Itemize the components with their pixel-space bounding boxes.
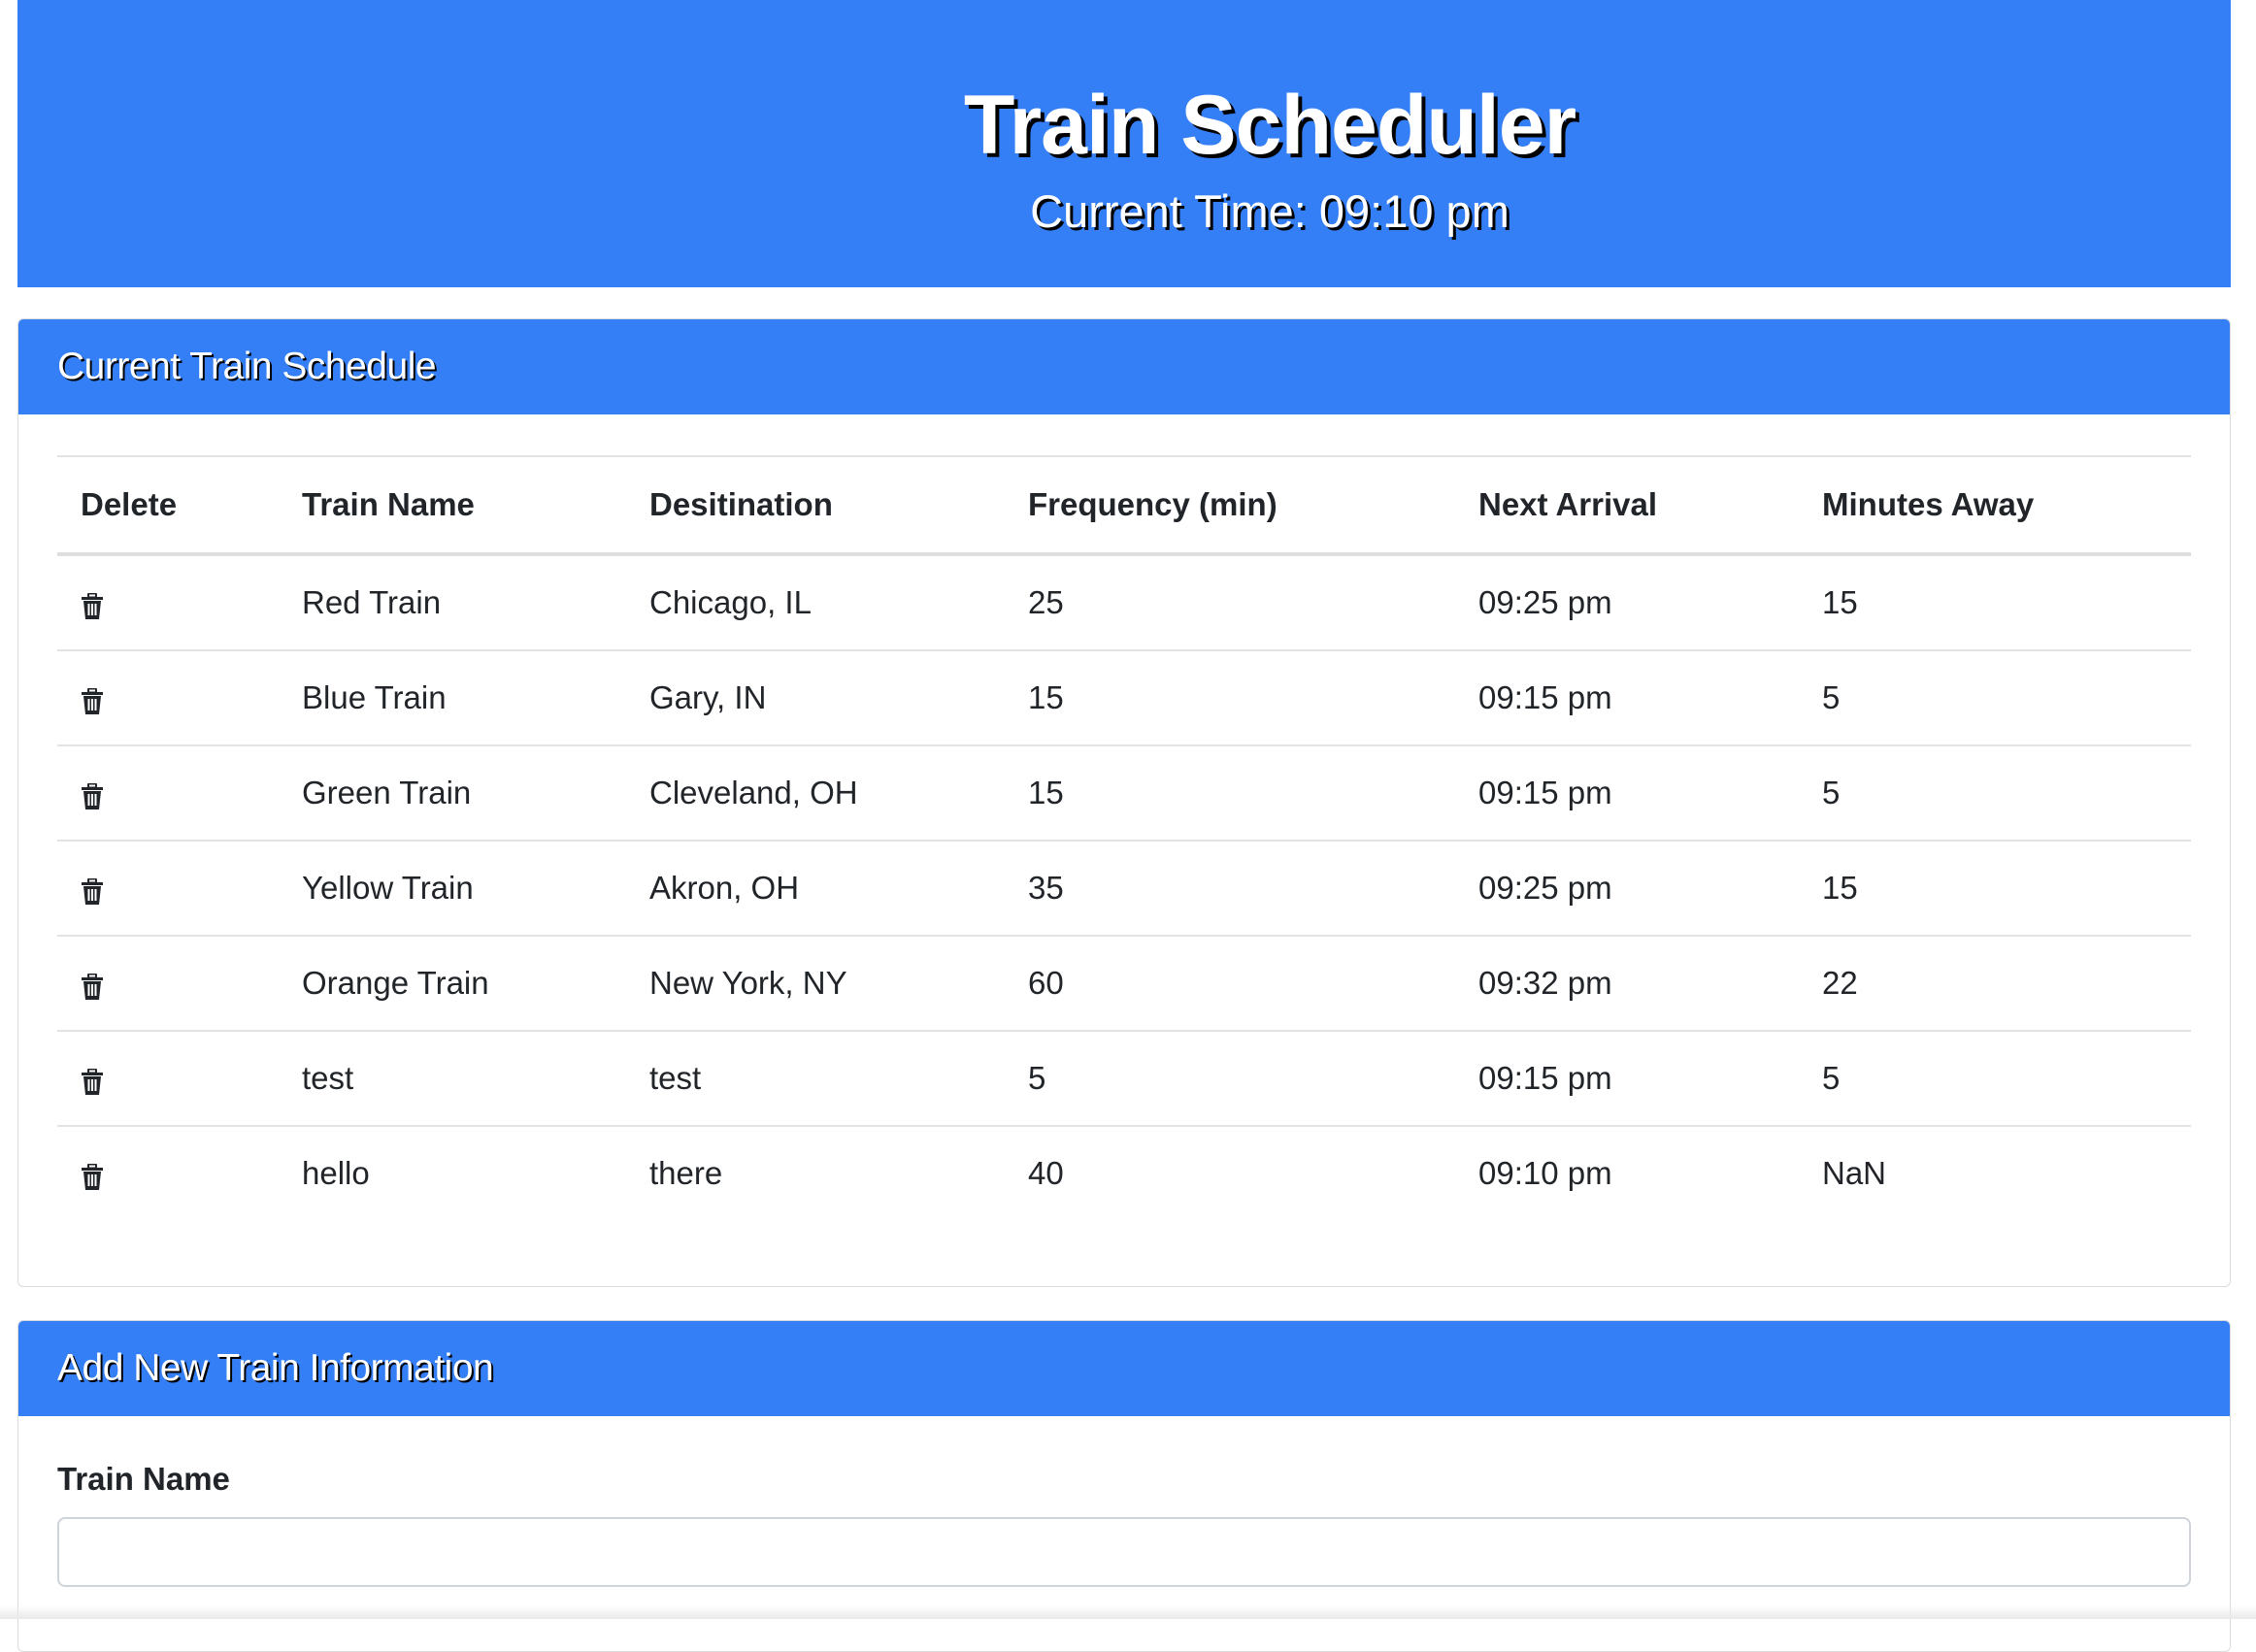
table-row: hello there 40 09:10 pm NaN (57, 1126, 2191, 1220)
trash-icon[interactable] (81, 972, 104, 1001)
train-name-cell: Orange Train (279, 936, 626, 1032)
delete-cell (57, 841, 279, 937)
next-arrival-cell: 09:25 pm (1455, 841, 1799, 937)
train-name-input[interactable] (57, 1517, 2191, 1587)
trash-icon[interactable] (81, 686, 104, 715)
schedule-card: Current Train Schedule Delete Train Name… (17, 318, 2231, 1287)
column-header-minutes-away: Minutes Away (1799, 455, 2191, 556)
next-arrival-cell: 09:10 pm (1478, 1155, 1612, 1191)
frequency-cell: 15 (1005, 745, 1455, 842)
delete-cell (57, 650, 279, 746)
frequency-cell: 40 (1028, 1155, 1064, 1191)
column-header-frequency: Frequency (min) (1005, 455, 1455, 556)
trash-icon[interactable] (81, 781, 104, 810)
column-header-next-arrival: Next Arrival (1455, 455, 1799, 556)
destination-cell: New York, NY (626, 936, 1005, 1032)
trash-icon[interactable] (81, 1067, 104, 1096)
destination-cell: there (649, 1155, 723, 1191)
train-name-cell: Green Train (279, 745, 626, 842)
header-jumbotron: Train Scheduler Current Time: 09:10 pm (17, 0, 2231, 287)
table-header-row: Delete Train Name Desitination Frequency… (57, 455, 2191, 556)
trash-icon[interactable] (81, 1162, 104, 1191)
delete-cell (57, 1126, 279, 1220)
destination-cell: Akron, OH (626, 841, 1005, 937)
next-arrival-cell: 09:32 pm (1455, 936, 1799, 1032)
column-header-train-name: Train Name (279, 455, 626, 556)
minutes-away-cell: NaN (1822, 1155, 1887, 1191)
destination-cell: Cleveland, OH (626, 745, 1005, 842)
page-title: Train Scheduler (963, 79, 1576, 172)
delete-cell (57, 936, 279, 1032)
train-name-cell: Yellow Train (279, 841, 626, 937)
train-name-label: Train Name (57, 1461, 230, 1497)
train-name-cell: hello (302, 1155, 370, 1191)
delete-cell (57, 554, 279, 651)
minutes-away-cell: 15 (1799, 841, 2191, 937)
minutes-away-cell: 5 (1799, 650, 2191, 746)
train-name-cell: Blue Train (279, 650, 626, 746)
trash-icon[interactable] (81, 876, 104, 906)
train-name-cell: test (279, 1031, 626, 1127)
current-time: Current Time: 09:10 pm (1030, 185, 1510, 237)
table-row: Yellow Train Akron, OH 35 09:25 pm 15 (57, 841, 2191, 937)
minutes-away-cell: 5 (1799, 745, 2191, 842)
table-row: Green Train Cleveland, OH 15 09:15 pm 5 (57, 745, 2191, 842)
column-header-delete: Delete (57, 455, 279, 556)
minutes-away-cell: 15 (1799, 554, 2191, 651)
table-row: Orange Train New York, NY 60 09:32 pm 22 (57, 936, 2191, 1032)
add-train-card: Add New Train Information Train Name (17, 1320, 2231, 1652)
train-name-cell: Red Train (279, 554, 626, 651)
add-train-card-header: Add New Train Information (18, 1321, 2230, 1416)
table-row: Blue Train Gary, IN 15 09:15 pm 5 (57, 650, 2191, 746)
destination-cell: test (626, 1031, 1005, 1127)
next-arrival-cell: 09:15 pm (1455, 650, 1799, 746)
schedule-table: Delete Train Name Desitination Frequency… (57, 455, 2191, 1220)
schedule-card-header: Current Train Schedule (18, 319, 2230, 414)
next-arrival-cell: 09:15 pm (1455, 745, 1799, 842)
frequency-cell: 60 (1005, 936, 1455, 1032)
minutes-away-cell: 22 (1799, 936, 2191, 1032)
table-row: Red Train Chicago, IL 25 09:25 pm 15 (57, 554, 2191, 651)
frequency-cell: 35 (1005, 841, 1455, 937)
frequency-cell: 15 (1005, 650, 1455, 746)
destination-cell: Chicago, IL (626, 554, 1005, 651)
trash-icon[interactable] (81, 591, 104, 620)
table-row: test test 5 09:15 pm 5 (57, 1031, 2191, 1127)
delete-cell (57, 745, 279, 842)
next-arrival-cell: 09:25 pm (1455, 554, 1799, 651)
delete-cell (57, 1031, 279, 1127)
next-arrival-cell: 09:15 pm (1455, 1031, 1799, 1127)
frequency-cell: 5 (1005, 1031, 1455, 1127)
page-bottom-shadow (0, 1605, 2256, 1619)
minutes-away-cell: 5 (1799, 1031, 2191, 1127)
column-header-destination: Desitination (626, 455, 1005, 556)
frequency-cell: 25 (1005, 554, 1455, 651)
destination-cell: Gary, IN (626, 650, 1005, 746)
